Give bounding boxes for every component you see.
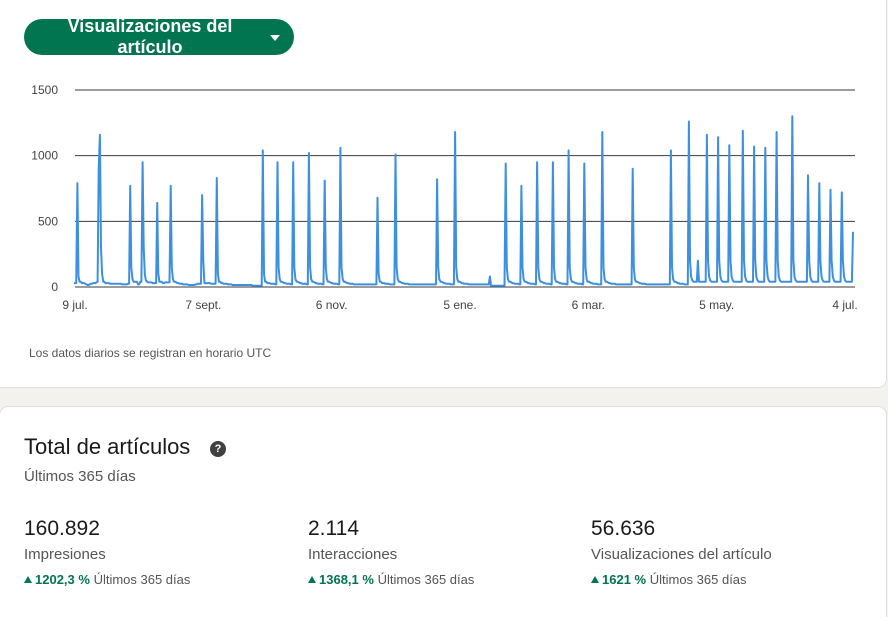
y-tick-label: 500 <box>38 214 58 228</box>
stat-value: 56.636 <box>591 517 656 540</box>
stat-change-percent: 1621 % <box>602 572 647 587</box>
stat-impressions: 160.892 Impresiones 1202,3 % Últimos 365… <box>24 517 190 587</box>
stat-change: 1368,1 % Últimos 365 días <box>308 572 474 587</box>
arrow-up-icon <box>308 576 316 583</box>
x-tick-label: 9 jul. <box>62 298 87 312</box>
question-circle-icon[interactable]: ? <box>210 441 226 457</box>
y-tick-label: 1000 <box>31 149 58 163</box>
stat-article-views: 56.636 Visualizaciones del artículo 1621… <box>591 517 772 587</box>
arrow-up-icon <box>24 576 32 583</box>
y-tick-label: 0 <box>51 280 58 294</box>
metric-dropdown-label: Visualizaciones del artículo <box>67 16 233 57</box>
stat-change-percent: 1368,1 % <box>319 572 374 587</box>
metric-dropdown[interactable]: Visualizaciones del artículo <box>24 16 294 57</box>
stat-change-period: Últimos 365 días <box>649 572 747 587</box>
stat-value: 2.114 <box>308 517 359 540</box>
x-tick-label: 6 nov. <box>316 298 348 312</box>
stat-change-period: Últimos 365 días <box>93 572 191 587</box>
stat-change-percent: 1202,3 % <box>35 572 90 587</box>
stat-label: Interacciones <box>308 546 398 563</box>
totals-subtitle: Últimos 365 días <box>24 468 136 485</box>
arrow-up-icon <box>591 576 599 583</box>
utc-note: Los datos diarios se registran en horari… <box>29 346 272 360</box>
x-tick-label: 5 may. <box>699 298 734 312</box>
x-tick-label: 4 jul. <box>832 298 857 312</box>
x-tick-label: 6 mar. <box>572 298 605 312</box>
x-tick-label: 5 ene. <box>443 298 476 312</box>
series-line <box>74 115 854 287</box>
stat-label: Visualizaciones del artículo <box>591 546 772 563</box>
caret-down-icon <box>270 35 280 41</box>
stat-change-period: Últimos 365 días <box>377 572 475 587</box>
stat-value: 160.892 <box>24 517 100 540</box>
x-tick-label: 7 sept. <box>185 298 221 312</box>
stat-interactions: 2.114 Interacciones 1368,1 % Últimos 365… <box>308 517 474 587</box>
totals-title: Total de artículos <box>24 434 191 459</box>
stat-label: Impresiones <box>24 546 106 563</box>
stat-change: 1621 % Últimos 365 días <box>591 572 772 587</box>
y-tick-label: 1500 <box>31 83 58 97</box>
line-chart: 0 500 1000 1500 9 jul. 7 sept. 6 nov. 5 ene. 6 m… <box>31 83 857 312</box>
stat-change: 1202,3 % Últimos 365 días <box>24 572 190 587</box>
